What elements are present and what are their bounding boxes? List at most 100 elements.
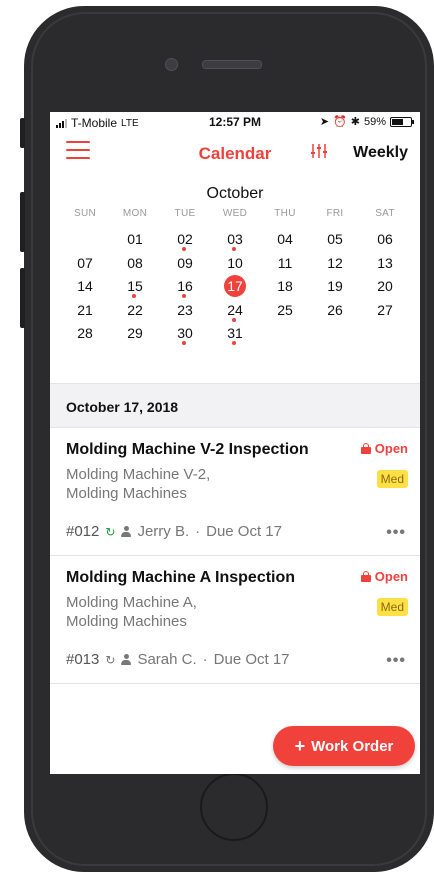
day-number: 02 <box>177 231 193 247</box>
assignee-name: Sarah C. <box>137 651 197 668</box>
work-order-card[interactable]: Molding Machine V-2 Inspection Open Mold… <box>50 428 420 556</box>
calendar-day[interactable]: 10 <box>210 252 260 276</box>
calendar-day[interactable]: 15 <box>110 275 160 299</box>
day-number: 11 <box>277 254 293 271</box>
priority-badge: Med <box>376 598 408 616</box>
work-order-asset: Molding Machine A, Molding Machines <box>66 593 197 631</box>
event-dot <box>182 294 186 298</box>
status-label: Open <box>374 441 408 456</box>
day-number: 18 <box>277 278 293 294</box>
calendar-weeks: 01 02 03 04 05 06 07 08 09 10 11 12 13 14 15 16 17 18 19 20… <box>60 228 410 346</box>
volume-up-button <box>20 192 25 252</box>
selected-date-label: October 17, 2018 <box>66 399 179 415</box>
calendar-day[interactable]: 06 <box>360 228 410 252</box>
battery-fill <box>392 118 403 125</box>
more-options-icon[interactable]: ••• <box>386 652 406 670</box>
calendar-day[interactable]: 20 <box>360 275 410 299</box>
status-bar: T-Mobile LTE 12:57 PM ➤ ⏰ ✱ 59% <box>50 112 420 132</box>
calendar-day[interactable]: 25 <box>260 299 310 323</box>
screen: T-Mobile LTE 12:57 PM ➤ ⏰ ✱ 59% Calendar… <box>50 112 420 774</box>
calendar-day[interactable]: 16 <box>160 275 210 299</box>
calendar-day[interactable]: 18 <box>260 275 310 299</box>
calendar-day[interactable]: 19 <box>310 275 360 299</box>
calendar-day-selected[interactable]: 17 <box>210 275 260 299</box>
event-dot <box>182 341 186 345</box>
weekday-label: TUE <box>174 208 196 219</box>
calendar-day[interactable]: 24 <box>210 299 260 323</box>
location-arrow-icon: ➤ <box>319 116 330 128</box>
add-work-order-button[interactable]: + Work Order <box>273 726 415 766</box>
calendar-day[interactable]: 12 <box>310 252 360 276</box>
calendar-day[interactable]: 23 <box>160 299 210 323</box>
weekday-label: FRI <box>326 208 344 219</box>
weekday-header: SUN MON TUE WED THU FRI SAT <box>60 208 410 228</box>
status-right: ➤ ⏰ ✱ 59% <box>319 115 414 128</box>
calendar-day[interactable]: 02 <box>160 228 210 252</box>
calendar-day[interactable]: 31 <box>210 322 260 346</box>
month-label: October <box>206 185 264 202</box>
battery-percent: 59% <box>363 115 386 128</box>
home-button[interactable] <box>200 773 268 841</box>
calendar-day[interactable]: 09 <box>160 252 210 276</box>
calendar-day[interactable]: 29 <box>110 322 160 346</box>
calendar-day[interactable]: 07 <box>60 252 110 276</box>
person-icon <box>121 526 132 537</box>
calendar-day[interactable]: 14 <box>60 275 110 299</box>
work-order-card[interactable]: Molding Machine A Inspection Open Moldin… <box>50 556 420 684</box>
weekday-label: THU <box>274 208 296 219</box>
calendar-day[interactable]: 03 <box>210 228 260 252</box>
day-number: 10 <box>227 254 243 271</box>
calendar-empty-cell <box>310 322 360 346</box>
calendar-day[interactable]: 05 <box>310 228 360 252</box>
calendar-day[interactable]: 30 <box>160 322 210 346</box>
day-number: 28 <box>77 325 93 341</box>
calendar-day[interactable]: 21 <box>60 299 110 323</box>
calendar-week: 21 22 23 24 25 26 27 <box>60 299 410 323</box>
day-number: 16 <box>177 278 193 294</box>
work-order-title: Molding Machine A Inspection <box>66 569 296 586</box>
due-date: Due Oct 17 <box>213 651 290 668</box>
view-mode-toggle[interactable]: Weekly <box>353 144 408 162</box>
priority-badge: Med <box>376 470 408 488</box>
lock-icon <box>360 443 371 454</box>
repeat-icon: ↻ <box>105 524 116 539</box>
day-number: 05 <box>327 231 343 247</box>
filter-sliders-icon[interactable] <box>310 142 328 160</box>
status-label: Open <box>374 569 408 584</box>
work-order-number: #013 <box>66 651 100 668</box>
day-number: 09 <box>177 254 193 271</box>
day-number: 20 <box>377 278 393 294</box>
day-number: 03 <box>227 231 243 247</box>
day-number: 19 <box>327 278 343 294</box>
work-order-meta: #012 ↻ Jerry B. · Due Oct 17 <box>66 523 282 540</box>
earpiece-speaker <box>202 60 262 69</box>
more-options-icon[interactable]: ••• <box>386 524 406 542</box>
calendar-week: 14 15 16 17 18 19 20 <box>60 275 410 299</box>
status-badge: Open <box>360 441 408 456</box>
lock-icon <box>360 571 371 582</box>
calendar-empty-cell <box>60 228 110 252</box>
weekday-label: MON <box>122 208 148 219</box>
day-number: 29 <box>127 325 143 341</box>
calendar-day[interactable]: 28 <box>60 322 110 346</box>
event-dot <box>232 247 236 251</box>
calendar-day[interactable]: 27 <box>360 299 410 323</box>
calendar-grid: SUN MON TUE WED THU FRI SAT 01 02 03 04 05 06… <box>60 208 410 346</box>
calendar-day[interactable]: 22 <box>110 299 160 323</box>
calendar-week: 01 02 03 04 05 06 <box>60 228 410 252</box>
calendar-day[interactable]: 26 <box>310 299 360 323</box>
calendar-day[interactable]: 04 <box>260 228 310 252</box>
bluetooth-icon: ✱ <box>350 116 360 128</box>
status-badge: Open <box>360 569 408 584</box>
calendar-day[interactable]: 13 <box>360 252 410 276</box>
weekday-label: SUN <box>73 208 96 219</box>
nav-bar: Calendar Weekly <box>50 132 420 171</box>
assignee-name: Jerry B. <box>137 523 190 540</box>
alarm-icon: ⏰ <box>333 116 347 128</box>
calendar-day[interactable]: 08 <box>110 252 160 276</box>
calendar-day[interactable]: 01 <box>110 228 160 252</box>
day-number: 12 <box>327 254 343 271</box>
calendar-day[interactable]: 11 <box>260 252 310 276</box>
day-number: 14 <box>77 278 93 294</box>
day-number: 27 <box>377 301 393 318</box>
